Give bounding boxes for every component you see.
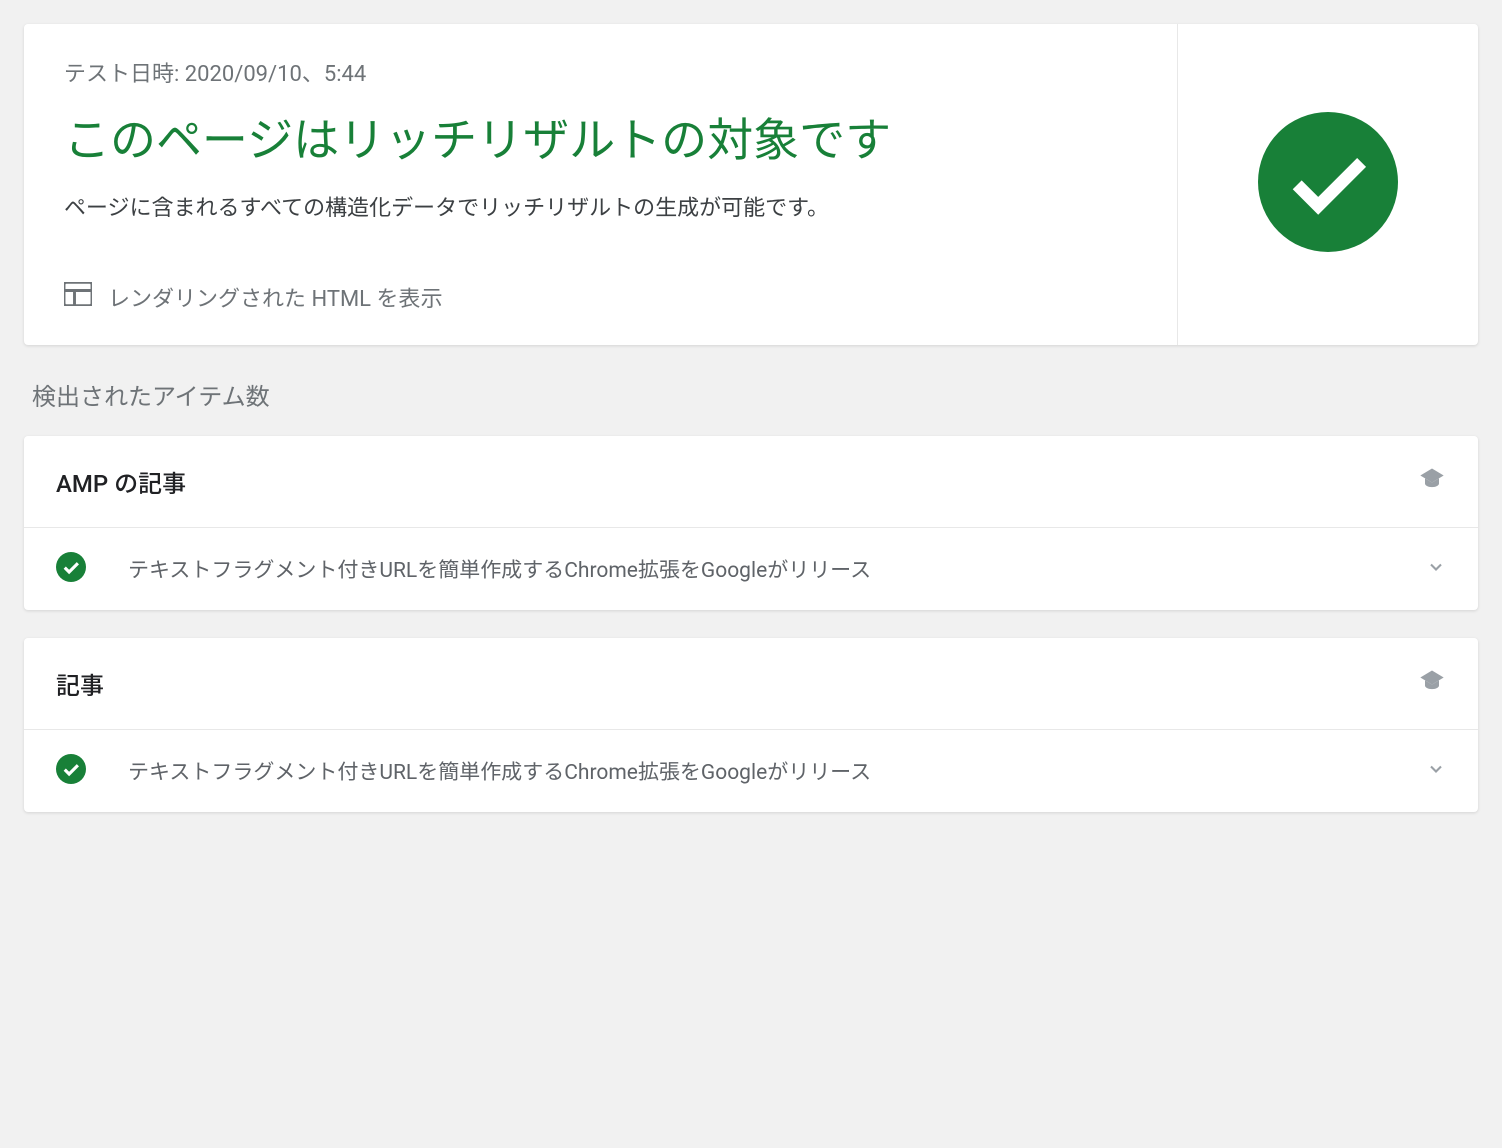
item-header: AMP の記事 bbox=[24, 436, 1478, 528]
browser-window-icon bbox=[64, 282, 92, 312]
item-row[interactable]: テキストフラグメント付きURLを簡単作成するChrome拡張をGoogleがリリ… bbox=[24, 528, 1478, 610]
detected-item-card: 記事 テキストフラグメント付きURLを簡単作成するChrome拡張をGoogle… bbox=[24, 638, 1478, 812]
item-header: 記事 bbox=[24, 638, 1478, 730]
item-row-text: テキストフラグメント付きURLを簡単作成するChrome拡張をGoogleがリリ… bbox=[110, 554, 1402, 584]
success-check-icon bbox=[56, 754, 86, 788]
result-status-icon-area bbox=[1178, 24, 1478, 345]
graduation-cap-icon[interactable] bbox=[1418, 465, 1446, 497]
item-row[interactable]: テキストフラグメント付きURLを簡単作成するChrome拡張をGoogleがリリ… bbox=[24, 730, 1478, 812]
item-title: 記事 bbox=[56, 666, 104, 701]
detected-item-card: AMP の記事 テキストフラグメント付きURLを簡単作成するChrome拡張をG… bbox=[24, 436, 1478, 610]
test-timestamp: テスト日時: 2020/09/10、5:44 bbox=[64, 56, 1137, 88]
graduation-cap-icon[interactable] bbox=[1418, 667, 1446, 699]
result-title: このページはリッチリザルトの対象です bbox=[64, 112, 1137, 172]
result-description: ページに含まれるすべての構造化データでリッチリザルトの生成が可能です。 bbox=[64, 192, 1137, 225]
result-summary: テスト日時: 2020/09/10、5:44 このページはリッチリザルトの対象で… bbox=[24, 24, 1178, 345]
result-card: テスト日時: 2020/09/10、5:44 このページはリッチリザルトの対象で… bbox=[24, 24, 1478, 345]
chevron-down-icon bbox=[1426, 759, 1446, 783]
success-check-icon bbox=[56, 552, 86, 586]
item-title: AMP の記事 bbox=[56, 464, 186, 499]
item-row-text: テキストフラグメント付きURLを簡単作成するChrome拡張をGoogleがリリ… bbox=[110, 756, 1402, 786]
view-rendered-html-label: レンダリングされた HTML を表示 bbox=[108, 281, 442, 313]
detected-items-header: 検出されたアイテム数 bbox=[24, 377, 1478, 436]
view-rendered-html-link[interactable]: レンダリングされた HTML を表示 bbox=[64, 281, 1137, 313]
chevron-down-icon bbox=[1426, 557, 1446, 581]
success-check-icon bbox=[1258, 112, 1398, 256]
